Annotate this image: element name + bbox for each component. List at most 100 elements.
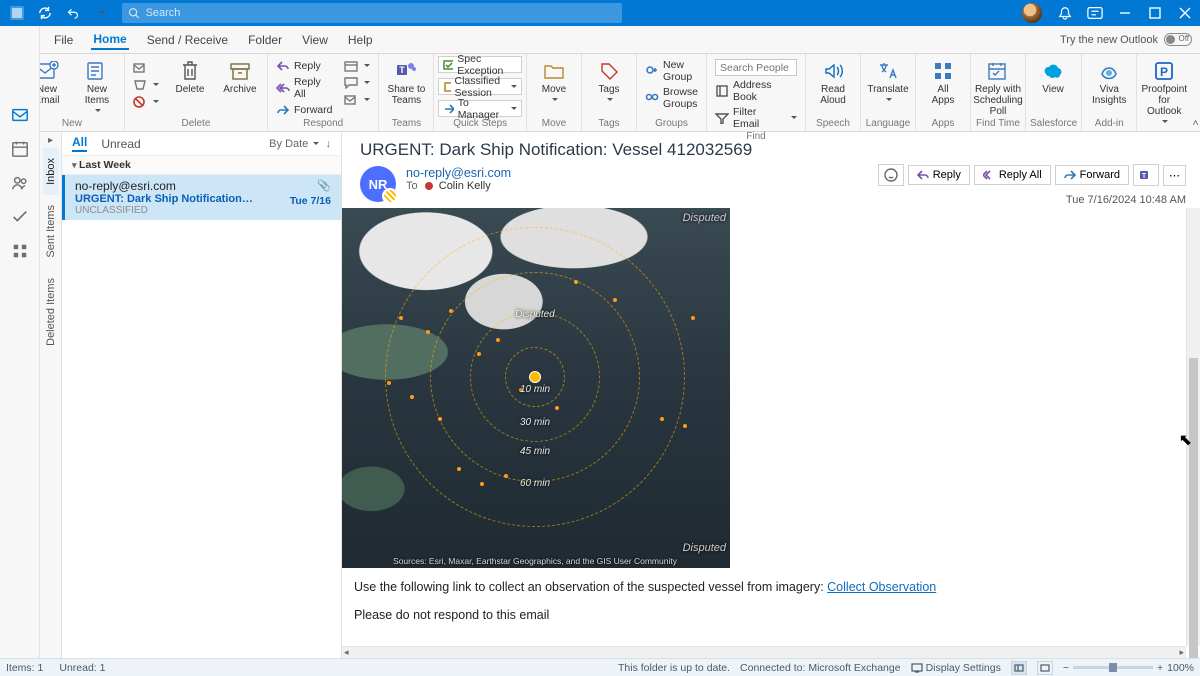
reading-to: To Colin Kelly bbox=[406, 180, 511, 192]
reading-vscroll-thumb[interactable] bbox=[1189, 358, 1198, 658]
reply-button[interactable]: Reply bbox=[272, 58, 337, 74]
tab-view[interactable]: View bbox=[300, 31, 330, 49]
people-rail-icon[interactable] bbox=[9, 172, 31, 194]
notifications-icon[interactable] bbox=[1050, 0, 1080, 26]
user-avatar[interactable] bbox=[1022, 3, 1042, 23]
zoom-out-button[interactable]: − bbox=[1063, 662, 1069, 674]
folder-pane-expand[interactable]: ▸ bbox=[40, 132, 61, 148]
folder-deleted[interactable]: Deleted Items bbox=[43, 268, 59, 356]
close-button[interactable] bbox=[1170, 0, 1200, 26]
try-new-outlook-toggle[interactable] bbox=[1164, 33, 1192, 46]
tags-button[interactable]: Tags bbox=[586, 56, 632, 103]
search-people-input[interactable] bbox=[715, 59, 797, 76]
delete-button[interactable]: Delete bbox=[167, 56, 213, 95]
qat-dropdown[interactable] bbox=[90, 2, 112, 24]
reading-more-button[interactable]: ⋯ bbox=[1163, 165, 1186, 186]
view-normal-button[interactable] bbox=[1011, 661, 1027, 675]
message-item[interactable]: 📎 no-reply@esri.com URGENT: Dark Ship No… bbox=[62, 175, 341, 220]
react-button[interactable] bbox=[878, 164, 904, 186]
quick-step-to-manager[interactable]: To Manager bbox=[438, 100, 522, 117]
undo-icon[interactable] bbox=[62, 2, 84, 24]
map-watermark-bottom: Disputed bbox=[683, 542, 726, 554]
viva-insights-button[interactable]: Viva Insights bbox=[1086, 56, 1132, 106]
msg-group-header[interactable]: Last Week bbox=[62, 156, 341, 175]
map-label-45min: 45 min bbox=[520, 446, 550, 457]
calendar-rail-icon[interactable] bbox=[9, 138, 31, 160]
mail-rail-icon[interactable] bbox=[9, 104, 31, 126]
todo-rail-icon[interactable] bbox=[9, 206, 31, 228]
ribbon-group-proofpoint: PProofpoint for Outlook bbox=[1137, 54, 1191, 131]
maximize-button[interactable] bbox=[1140, 0, 1170, 26]
tab-send-receive[interactable]: Send / Receive bbox=[145, 31, 230, 49]
search-icon bbox=[128, 7, 140, 19]
translate-button[interactable]: Translate bbox=[865, 56, 911, 103]
filter-unread[interactable]: Unread bbox=[101, 137, 140, 151]
reading-teams-button[interactable]: T bbox=[1133, 164, 1159, 186]
status-connected: Connected to: Microsoft Exchange bbox=[740, 662, 901, 674]
email-map-image: Disputed 10 min 30 min 45 min 60 min Dis… bbox=[342, 208, 730, 568]
ribbon-group-viva: Viva Insights Add-in bbox=[1082, 54, 1137, 131]
folder-sent[interactable]: Sent Items bbox=[43, 195, 59, 268]
ribbon-group-respond: Reply Reply All Forward Respond bbox=[268, 54, 380, 131]
quick-step-spec-exception[interactable]: Spec Exception bbox=[438, 56, 522, 73]
sender-avatar[interactable]: NR bbox=[360, 166, 396, 202]
message-subject: URGENT: Dark Ship Notification: Ves... bbox=[75, 193, 255, 205]
address-book-button[interactable]: Address Book bbox=[711, 78, 801, 104]
more-apps-rail-icon[interactable] bbox=[9, 240, 31, 262]
reading-timestamp: Tue 7/16/2024 10:48 AM bbox=[1066, 194, 1186, 206]
move-button[interactable]: Move bbox=[531, 56, 577, 103]
reading-forward-button[interactable]: Forward bbox=[1055, 165, 1129, 185]
map-label-30min: 30 min bbox=[520, 417, 550, 428]
display-settings-button[interactable]: Display Settings bbox=[911, 662, 1001, 674]
filter-all[interactable]: All bbox=[72, 135, 87, 152]
im-button[interactable] bbox=[340, 75, 374, 91]
search-box[interactable] bbox=[122, 3, 622, 23]
proofpoint-button[interactable]: PProofpoint for Outlook bbox=[1141, 56, 1187, 125]
coming-soon-icon[interactable] bbox=[1080, 0, 1110, 26]
ignore-button[interactable] bbox=[129, 60, 163, 76]
salesforce-view-button[interactable]: View bbox=[1030, 56, 1076, 95]
reading-vscrollbar[interactable] bbox=[1186, 208, 1200, 646]
reading-hscrollbar[interactable]: ◂▸ bbox=[342, 646, 1186, 658]
sync-icon[interactable] bbox=[34, 2, 56, 24]
map-label-disputed: Disputed bbox=[515, 309, 554, 320]
collect-observation-link[interactable]: Collect Observation bbox=[827, 580, 936, 594]
sort-by-date[interactable]: By Date ↓ bbox=[269, 138, 331, 150]
svg-text:T: T bbox=[400, 65, 406, 75]
status-folder-state: This folder is up to date. bbox=[618, 662, 730, 674]
tab-help[interactable]: Help bbox=[346, 31, 375, 49]
zoom-in-button[interactable]: + bbox=[1157, 662, 1163, 674]
reading-reply-all-button[interactable]: Reply All bbox=[974, 165, 1051, 185]
reply-all-button[interactable]: Reply All bbox=[272, 75, 337, 101]
archive-button[interactable]: Archive bbox=[217, 56, 263, 95]
presence-icon bbox=[425, 182, 433, 190]
forward-button[interactable]: Forward bbox=[272, 102, 337, 118]
tab-folder[interactable]: Folder bbox=[246, 31, 284, 49]
ribbon-collapse-button[interactable]: ˄ bbox=[1191, 54, 1200, 131]
folder-inbox[interactable]: Inbox bbox=[43, 148, 59, 195]
share-to-teams-button[interactable]: T Share to Teams bbox=[383, 56, 429, 106]
message-list: All Unread By Date ↓ Last Week 📎 no-repl… bbox=[62, 132, 342, 658]
filter-email-button[interactable]: Filter Email bbox=[711, 105, 801, 131]
cleanup-button[interactable] bbox=[129, 77, 163, 93]
view-reading-button[interactable] bbox=[1037, 661, 1053, 675]
all-apps-button[interactable]: All Apps bbox=[920, 56, 966, 106]
status-unread: Unread: 1 bbox=[59, 662, 105, 674]
read-aloud-button[interactable]: Read Aloud bbox=[810, 56, 856, 106]
reading-reply-button[interactable]: Reply bbox=[908, 165, 970, 185]
zoom-percent[interactable]: 100% bbox=[1167, 662, 1194, 674]
junk-button[interactable] bbox=[129, 94, 163, 110]
tab-file[interactable]: File bbox=[52, 31, 75, 49]
scheduling-poll-button[interactable]: Reply with Scheduling Poll bbox=[975, 56, 1021, 117]
meeting-button[interactable] bbox=[340, 58, 374, 74]
minimize-button[interactable] bbox=[1110, 0, 1140, 26]
tab-home[interactable]: Home bbox=[91, 30, 128, 50]
browse-groups-button[interactable]: Browse Groups bbox=[641, 85, 702, 111]
more-respond-button[interactable] bbox=[340, 92, 374, 108]
search-input[interactable] bbox=[146, 7, 616, 19]
zoom-slider[interactable] bbox=[1073, 666, 1153, 669]
quick-step-classified-session[interactable]: Classified Session bbox=[438, 78, 522, 95]
new-group-button[interactable]: New Group bbox=[641, 58, 702, 84]
ribbon-group-groups: New Group Browse Groups Groups bbox=[637, 54, 707, 131]
new-items-button[interactable]: New Items bbox=[74, 56, 120, 114]
